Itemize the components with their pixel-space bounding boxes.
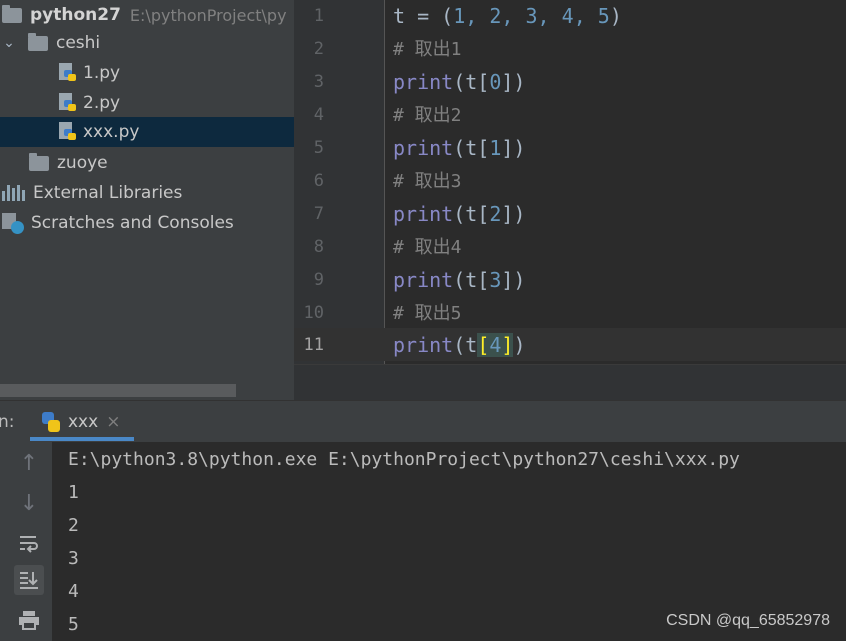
scratches-label: Scratches and Consoles	[31, 213, 234, 233]
project-root-path: E:\pythonProject\py	[129, 5, 287, 25]
line-number: 10	[303, 303, 324, 323]
print-keyword: print	[393, 136, 454, 160]
editor-bottom-area	[294, 364, 846, 400]
line-number: 6	[313, 171, 324, 191]
tree-file-2py[interactable]: 2.py	[0, 88, 294, 118]
folder-ceshi-label: ceshi	[56, 33, 101, 53]
code-line-3: print(t[0])	[393, 70, 526, 94]
code-line-11: print(t[4])	[393, 333, 526, 357]
line-number: 4	[313, 105, 324, 125]
code-index: 2	[489, 202, 502, 226]
file-label: 1.py	[83, 63, 121, 83]
code-comment: # 取出5	[393, 303, 462, 324]
scroll-to-end-icon[interactable]	[14, 565, 44, 595]
project-root-name: python27	[30, 5, 121, 25]
line-number: 9	[313, 270, 324, 290]
project-tool-window: python27 E:\pythonProject\py ⌄ ceshi 1.p…	[0, 0, 294, 400]
tree-folder-zuoye[interactable]: zuoye	[0, 148, 294, 178]
print-keyword: print	[393, 70, 454, 94]
line-number: 5	[313, 138, 324, 158]
folder-icon	[29, 152, 49, 171]
file-label: 2.py	[83, 93, 121, 113]
down-arrow-icon[interactable]: ↓	[14, 488, 44, 518]
scratches-icon	[2, 213, 24, 234]
tree-file-xxxpy[interactable]: xxx.py	[0, 117, 294, 147]
print-icon[interactable]	[14, 605, 44, 635]
console-command: E:\python3.8\python.exe E:\pythonProject…	[68, 449, 740, 470]
run-label: n:	[0, 412, 15, 432]
soft-wrap-icon[interactable]	[14, 528, 44, 558]
file-label: xxx.py	[83, 122, 140, 142]
print-keyword: print	[393, 202, 454, 226]
code-line-9: print(t[3])	[393, 268, 526, 292]
code-index: 3	[489, 268, 502, 292]
code-comment: # 取出2	[393, 105, 462, 126]
console-output-line: 1	[68, 482, 79, 503]
line-number: 3	[313, 72, 324, 92]
code-comment: # 取出3	[393, 171, 462, 192]
console-output-line: 4	[68, 581, 79, 602]
line-number: 8	[313, 237, 324, 257]
run-toolbar: ↑ ↓	[0, 442, 52, 641]
code-number: 2	[489, 4, 502, 28]
scroll-to-end-glyph	[20, 572, 38, 589]
code-line-1: t = (1, 2, 3, 4, 5)	[393, 4, 622, 28]
close-icon[interactable]: ×	[106, 412, 120, 432]
library-icon	[2, 185, 25, 201]
tree-root-python27[interactable]: python27 E:\pythonProject\py	[0, 0, 294, 30]
code-index: 1	[489, 136, 502, 160]
print-keyword: print	[393, 268, 454, 292]
code-number: 1	[453, 4, 466, 28]
console-output-line: 2	[68, 515, 79, 536]
print-glyph	[19, 611, 39, 630]
python-file-icon	[59, 93, 77, 113]
chevron-down-icon[interactable]: ⌄	[2, 35, 16, 51]
line-number-current: 11	[303, 335, 324, 355]
tree-file-1py[interactable]: 1.py	[0, 58, 294, 88]
python-file-icon	[59, 122, 77, 142]
code-line-5: print(t[1])	[393, 136, 526, 160]
console-output-line: 3	[68, 548, 79, 569]
code-number: 5	[597, 4, 610, 28]
code-index: 0	[489, 70, 502, 94]
code-comment: # 取出4	[393, 237, 462, 258]
run-tab-label: xxx	[68, 412, 99, 432]
folder-icon	[2, 4, 22, 23]
code-index: 4	[489, 333, 502, 357]
code-comment: # 取出1	[393, 39, 462, 60]
python-file-icon	[59, 63, 77, 83]
tree-external-libraries[interactable]: External Libraries	[0, 178, 294, 208]
print-keyword: print	[393, 333, 454, 357]
run-tool-window-header: n: xxx ×	[0, 400, 846, 442]
line-number: 7	[313, 204, 324, 224]
bracket-match: [	[477, 333, 490, 357]
console-output-line: 5	[68, 614, 79, 635]
folder-zuoye-label: zuoye	[57, 153, 108, 173]
tree-scratches[interactable]: Scratches and Consoles	[0, 208, 294, 238]
code-number: 4	[561, 4, 574, 28]
active-tab-indicator	[30, 437, 134, 441]
external-libraries-label: External Libraries	[33, 183, 183, 203]
bracket-match: ]	[501, 333, 514, 357]
current-line-highlight	[294, 328, 846, 361]
code-text: t = (	[393, 4, 454, 28]
tree-folder-ceshi[interactable]: ⌄ ceshi	[0, 28, 294, 58]
code-text: )	[609, 4, 622, 28]
line-number: 2	[313, 39, 324, 59]
line-number: 1	[313, 6, 324, 26]
soft-wrap-glyph	[20, 536, 38, 553]
folder-icon	[28, 32, 48, 51]
python-icon	[40, 411, 62, 433]
watermark: CSDN @qq_65852978	[666, 612, 830, 629]
horizontal-scrollbar[interactable]	[0, 384, 236, 397]
code-line-7: print(t[2])	[393, 202, 526, 226]
up-arrow-icon[interactable]: ↑	[14, 448, 44, 478]
code-number: 3	[525, 4, 538, 28]
